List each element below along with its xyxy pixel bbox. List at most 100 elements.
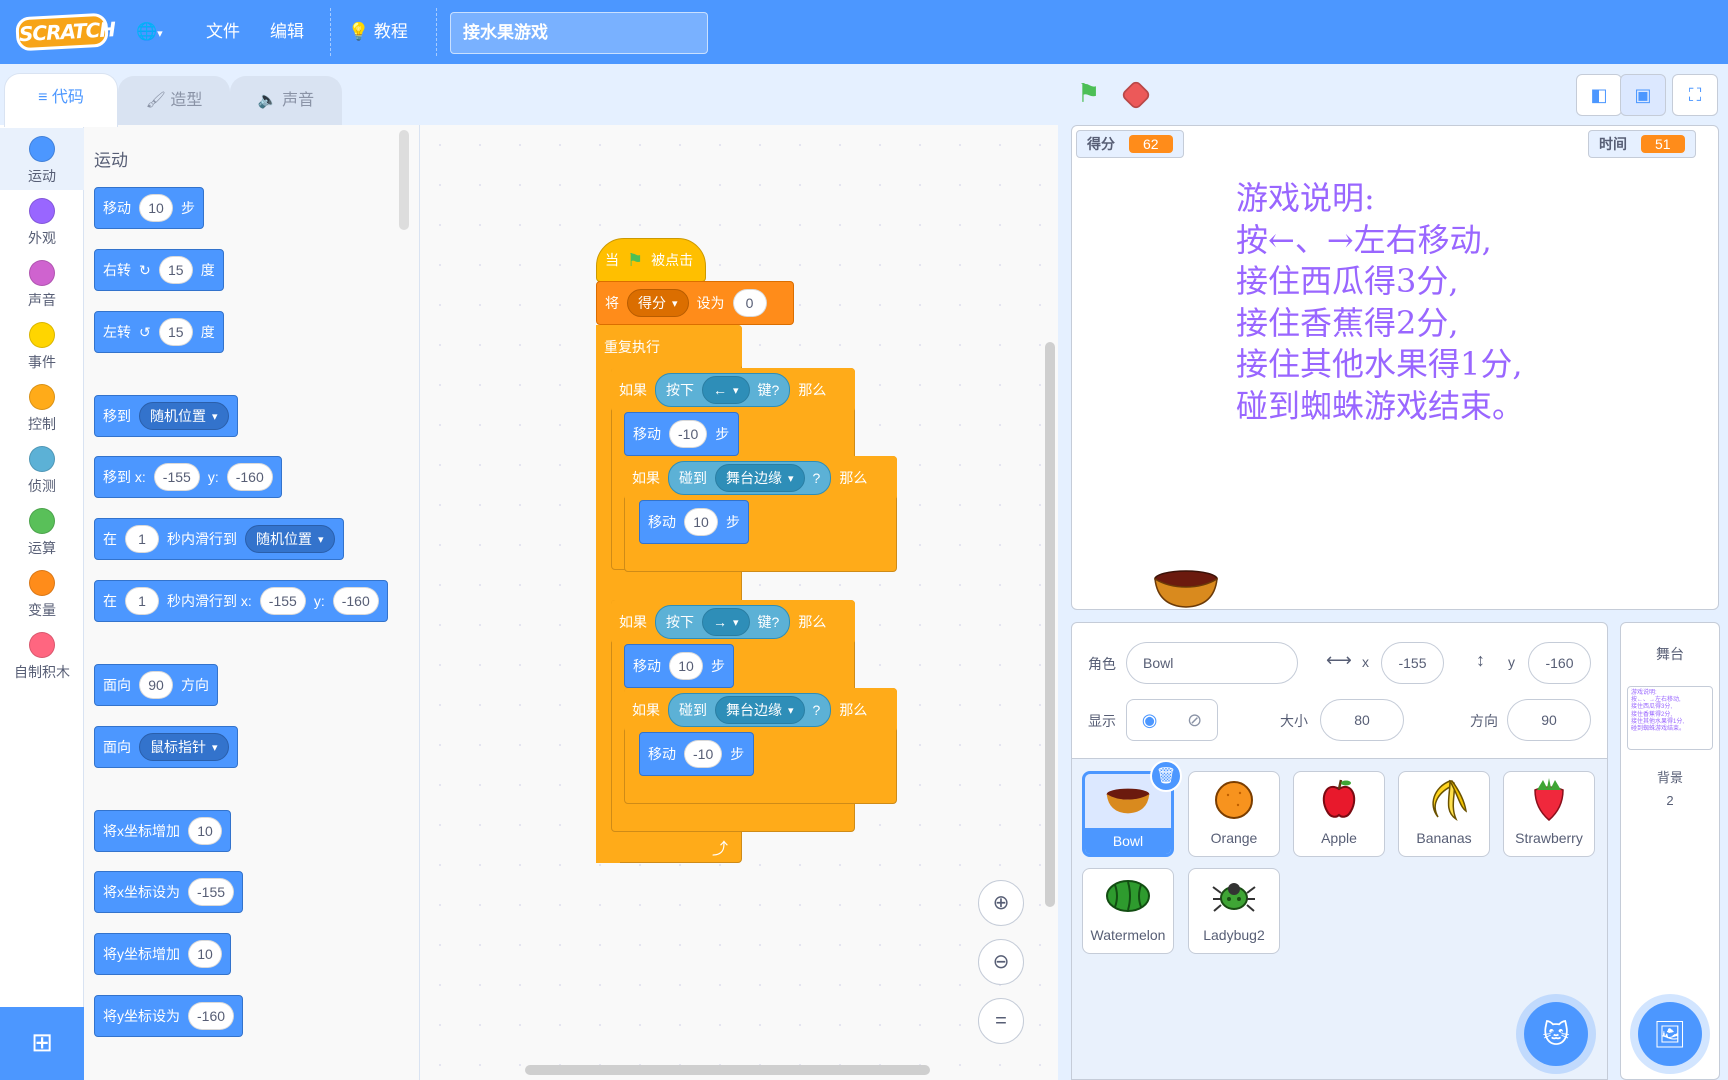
x-input[interactable]: -155 [1381,642,1444,684]
if-header[interactable]: 如果 碰到舞台边缘? 那么 [624,688,897,732]
block-set-x[interactable]: 将x坐标设为 -155 [94,871,244,913]
stop-button[interactable] [1120,79,1152,111]
block-input[interactable]: -160 [332,587,379,615]
key-pressed-block[interactable]: 按下 → 键? [655,605,791,639]
scratch-logo[interactable]: SCRATCH [15,12,116,52]
block-input[interactable]: -155 [259,587,306,615]
move-steps-block[interactable]: 移动 10 步 [624,644,734,688]
hide-sprite-button[interactable]: ⊘ [1187,710,1202,731]
if-header[interactable]: 如果 按下 ← 键? 那么 [611,368,855,412]
category-operators[interactable]: 运算 [0,500,84,562]
language-menu[interactable]: 🌐▾ [136,0,163,64]
forever-block-header[interactable]: 重复执行 [596,325,742,369]
show-sprite-button[interactable]: ◉ [1142,710,1158,731]
palette-scrollbar[interactable] [399,130,409,230]
green-flag-button[interactable]: ⚑ [1077,78,1100,109]
block-turn-right[interactable]: 右转 ↻ 15 度 [94,249,224,291]
block-move-steps[interactable]: 移动 10 步 [94,187,204,229]
workspace-vertical-scrollbar[interactable] [1045,342,1055,907]
move-steps-block[interactable]: 移动 10 步 [639,500,749,544]
category-my-blocks[interactable]: 自制积木 [0,624,84,686]
touching-block[interactable]: 碰到舞台边缘? [668,461,832,495]
block-input[interactable]: 1 [125,525,159,553]
block-goto-xy[interactable]: 移到 x: -155 y: -160 [94,456,282,498]
block-glide-xy[interactable]: 在 1 秒内滑行到 x: -155 y: -160 [94,580,388,622]
tab-sounds[interactable]: 🔈 声音 [230,76,342,128]
small-stage-button[interactable]: ◧ [1576,74,1622,116]
key-dropdown[interactable]: ← [702,376,750,404]
y-input[interactable]: -160 [1528,642,1591,684]
block-input[interactable]: -160 [188,1002,235,1030]
block-point-towards[interactable]: 面向 鼠标指针 [94,726,238,768]
when-flag-clicked-block[interactable]: 当 ⚑ 被点击 [596,238,706,282]
sprite-name-input[interactable]: Bowl [1126,642,1298,684]
category-variables[interactable]: 变量 [0,562,84,624]
category-events[interactable]: 事件 [0,314,84,376]
choose-backdrop-button[interactable]: 🖼 [1638,1002,1702,1066]
tab-costumes[interactable]: 🖌 造型 [118,76,230,128]
size-input[interactable]: 80 [1320,699,1404,741]
add-extension-button[interactable]: ⊞ [0,1007,84,1080]
block-input[interactable]: -10 [669,420,708,448]
category-sound[interactable]: 声音 [0,252,84,314]
block-input[interactable]: 10 [669,652,703,680]
move-steps-block[interactable]: 移动 -10 步 [624,412,739,456]
key-pressed-block[interactable]: 按下 ← 键? [655,373,791,407]
move-steps-block[interactable]: 移动 -10 步 [639,732,754,776]
block-input[interactable]: 10 [684,508,718,536]
sprite-tile-watermelon[interactable]: Watermelon [1082,868,1174,954]
block-turn-left[interactable]: 左转 ↺ 15 度 [94,311,224,353]
block-input[interactable]: -155 [188,878,235,906]
large-stage-button[interactable]: ▣ [1620,74,1666,116]
sprite-tile-ladybug2[interactable]: Ladybug2 [1188,868,1280,954]
block-change-x[interactable]: 将x坐标增加 10 [94,810,231,852]
file-menu[interactable]: 文件 [206,0,240,64]
block-input[interactable]: -155 [153,463,200,491]
touching-dropdown[interactable]: 舞台边缘 [715,464,805,492]
block-point-direction[interactable]: 面向 90 方向 [94,664,218,706]
block-set-y[interactable]: 将y坐标设为 -160 [94,995,244,1037]
fullscreen-button[interactable]: ⛶ [1672,74,1718,116]
choose-sprite-button[interactable]: 🐱 [1524,1002,1588,1066]
stage[interactable]: 得分 62 时间 51 游戏说明: 按←、→左右移动, 接住西瓜得3分, 接住香蕉得… [1071,125,1719,610]
bowl-sprite[interactable] [1154,570,1218,608]
block-input[interactable]: 15 [158,256,193,284]
zoom-reset-button[interactable]: = [978,998,1024,1044]
delete-sprite-button[interactable]: 🗑 [1150,760,1182,792]
project-title-input[interactable]: 接水果游戏 [450,12,708,54]
tab-code[interactable]: ≡ 代码 [4,73,118,127]
category-looks[interactable]: 外观 [0,190,84,252]
block-input[interactable]: -10 [684,740,723,768]
block-input[interactable]: 1 [125,587,159,615]
block-goto[interactable]: 移到 随机位置 [94,395,238,437]
block-dropdown[interactable]: 随机位置 [139,402,229,430]
edit-menu[interactable]: 编辑 [270,0,304,64]
block-input[interactable]: 10 [188,817,222,845]
block-input[interactable]: 10 [139,194,173,222]
sprite-tile-orange[interactable]: Orange [1188,771,1280,857]
block-input[interactable]: -160 [226,463,273,491]
category-sensing[interactable]: 侦测 [0,438,84,500]
category-control[interactable]: 控制 [0,376,84,438]
workspace-horizontal-scrollbar[interactable] [525,1065,930,1075]
category-motion[interactable]: 运动 [0,128,84,190]
block-input[interactable]: 90 [139,671,173,699]
zoom-in-button[interactable]: ⊕ [978,880,1024,926]
sprite-tile-bananas[interactable]: Bananas [1398,771,1490,857]
direction-input[interactable]: 90 [1507,699,1591,741]
if-header[interactable]: 如果 按下 → 键? 那么 [611,600,855,644]
set-variable-block[interactable]: 将得分设为 0 [596,281,794,325]
if-header[interactable]: 如果 碰到舞台边缘? 那么 [624,456,897,500]
sprite-tile-apple[interactable]: Apple [1293,771,1385,857]
block-input[interactable]: 10 [188,940,222,968]
block-change-y[interactable]: 将y坐标增加 10 [94,933,231,975]
block-input[interactable]: 0 [732,289,767,317]
block-dropdown[interactable]: 鼠标指针 [139,733,229,761]
key-dropdown[interactable]: → [702,608,750,636]
variable-dropdown[interactable]: 得分 [627,289,689,317]
block-dropdown[interactable]: 随机位置 [245,525,335,553]
sprite-tile-strawberry[interactable]: Strawberry [1503,771,1595,857]
zoom-out-button[interactable]: ⊖ [978,939,1024,985]
tutorials-menu[interactable]: 💡 教程 [348,0,408,64]
block-glide[interactable]: 在 1 秒内滑行到 随机位置 [94,518,344,560]
